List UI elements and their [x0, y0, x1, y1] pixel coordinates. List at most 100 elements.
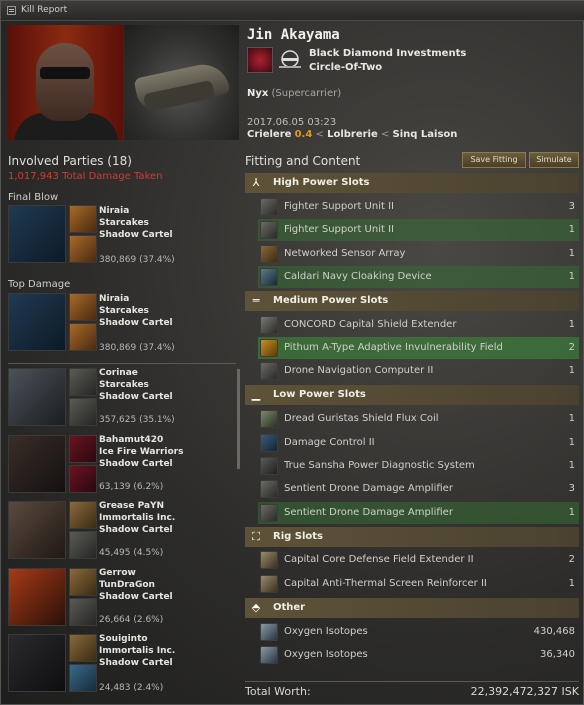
- fitting-item[interactable]: Capital Core Defense Field Extender II 2: [258, 549, 579, 571]
- attacker-alliance[interactable]: Shadow Cartel: [99, 459, 173, 469]
- attacker-alliance[interactable]: Shadow Cartel: [99, 525, 173, 535]
- fitting-item[interactable]: Fighter Support Unit II 1: [258, 219, 579, 241]
- attacker-ship-icon[interactable]: [69, 368, 97, 396]
- attacker-ship-icon[interactable]: [69, 435, 97, 463]
- fitting-item[interactable]: Damage Control II 1: [258, 432, 579, 454]
- attacker-portrait[interactable]: [8, 568, 66, 626]
- shield-extender-icon[interactable]: [260, 316, 278, 334]
- power-diagnostic-icon[interactable]: [260, 457, 278, 475]
- attackers-scrollbar[interactable]: [237, 369, 240, 469]
- attacker-corp[interactable]: Ice Fire Warriors: [99, 447, 183, 457]
- fitting-item[interactable]: Fighter Support Unit II 3: [258, 196, 579, 218]
- attacker-alliance[interactable]: Shadow Cartel: [99, 230, 173, 240]
- isotopes-icon[interactable]: [260, 623, 278, 641]
- attacker-ship-icon[interactable]: [69, 205, 97, 233]
- attacker-weapon-icon[interactable]: [69, 465, 97, 493]
- attacker-weapon-icon[interactable]: [69, 398, 97, 426]
- fitting-item[interactable]: Sentient Drone Damage Amplifier 3: [258, 478, 579, 500]
- attacker-portrait[interactable]: [8, 501, 66, 559]
- fitting-item[interactable]: Drone Navigation Computer II 1: [258, 360, 579, 382]
- attacker-weapon-icon[interactable]: [69, 531, 97, 559]
- attacker-row[interactable]: Grease PaYN Immortalis Inc. Shadow Carte…: [8, 501, 236, 563]
- ship-name[interactable]: Nyx: [247, 88, 268, 99]
- drone-damage-amplifier-icon[interactable]: [260, 480, 278, 498]
- attacker-alliance[interactable]: Shadow Cartel: [99, 392, 173, 402]
- attacker-name[interactable]: Bahamut420: [99, 435, 163, 445]
- rig-reinforcer-icon[interactable]: [260, 575, 278, 593]
- attacker-portrait[interactable]: [8, 634, 66, 692]
- cargo-item[interactable]: Oxygen Isotopes 430,468: [258, 621, 579, 643]
- isotopes-icon[interactable]: [260, 646, 278, 664]
- attacker-weapon-icon[interactable]: [69, 664, 97, 692]
- save-fitting-button[interactable]: Save Fitting: [462, 152, 526, 168]
- attacker-corp[interactable]: Starcakes: [99, 218, 149, 228]
- attacker-name[interactable]: Souiginto: [99, 634, 148, 644]
- attacker-portrait[interactable]: [8, 435, 66, 493]
- attacker-corp[interactable]: TunDraGon: [99, 580, 155, 590]
- attacker-row[interactable]: Bahamut420 Ice Fire Warriors Shadow Cart…: [8, 435, 236, 497]
- attacker-corp[interactable]: Starcakes: [99, 380, 149, 390]
- attacker-alliance[interactable]: Shadow Cartel: [99, 658, 173, 668]
- menu-icon[interactable]: [7, 6, 16, 15]
- attacker-alliance[interactable]: Shadow Cartel: [99, 318, 173, 328]
- flux-coil-icon[interactable]: [260, 410, 278, 428]
- rig-extender-icon[interactable]: [260, 551, 278, 569]
- fitting-item[interactable]: Caldari Navy Cloaking Device 1: [258, 266, 579, 288]
- fitting-item[interactable]: Networked Sensor Array 1: [258, 243, 579, 265]
- attacker-weapon-icon[interactable]: [69, 598, 97, 626]
- victim-ship-image[interactable]: [124, 25, 239, 140]
- attacker-portrait[interactable]: [8, 368, 66, 426]
- victim-ship[interactable]: Nyx (Supercarrier): [247, 88, 341, 99]
- invulnerability-field-icon[interactable]: [260, 339, 278, 357]
- attacker-row[interactable]: Gerrow TunDraGon Shadow Cartel 26,664 (2…: [8, 568, 236, 630]
- victim-corporation[interactable]: Black Diamond Investments: [309, 48, 466, 59]
- attacker-alliance[interactable]: Shadow Cartel: [99, 592, 173, 602]
- victim-portrait[interactable]: [8, 25, 123, 140]
- title-bar[interactable]: Kill Report: [1, 1, 584, 21]
- cloaking-device-icon[interactable]: [260, 268, 278, 286]
- attacker-corp[interactable]: Starcakes: [99, 306, 149, 316]
- drone-damage-amplifier-icon[interactable]: [260, 504, 278, 522]
- top-damage-attacker[interactable]: Niraia Starcakes Shadow Cartel 380,869 (…: [8, 293, 236, 355]
- fitting-item[interactable]: Pithum A-Type Adaptive Invulnerability F…: [258, 337, 579, 359]
- cargo-item[interactable]: Oxygen Isotopes 36,340: [258, 644, 579, 666]
- simulate-button[interactable]: Simulate: [529, 152, 579, 168]
- attacker-weapon-icon[interactable]: [69, 323, 97, 351]
- region[interactable]: Sinq Laison: [393, 129, 458, 140]
- attacker-name[interactable]: Niraia: [99, 294, 129, 304]
- damage-control-icon[interactable]: [260, 434, 278, 452]
- fighter-support-unit-icon[interactable]: [260, 198, 278, 216]
- fitting-item[interactable]: Capital Anti-Thermal Screen Reinforcer I…: [258, 573, 579, 595]
- attacker-ship-icon[interactable]: [69, 634, 97, 662]
- victim-name[interactable]: Jin Akayama: [247, 27, 340, 43]
- attacker-corp[interactable]: Immortalis Inc.: [99, 646, 175, 656]
- attacker-ship-icon[interactable]: [69, 501, 97, 529]
- attacker-portrait[interactable]: [8, 293, 66, 351]
- attacker-ship-icon[interactable]: [69, 293, 97, 321]
- fitting-item[interactable]: True Sansha Power Diagnostic System 1: [258, 455, 579, 477]
- attacker-weapon-icon[interactable]: [69, 235, 97, 263]
- fitting-item[interactable]: Dread Guristas Shield Flux Coil 1: [258, 408, 579, 430]
- alliance-logo[interactable]: [276, 47, 304, 73]
- attacker-row[interactable]: Corinae Starcakes Shadow Cartel 357,625 …: [8, 368, 236, 430]
- attacker-row[interactable]: Souiginto Immortalis Inc. Shadow Cartel …: [8, 634, 236, 696]
- attacker-name[interactable]: Corinae: [99, 368, 138, 378]
- item-qty: 2: [568, 554, 575, 565]
- attacker-corp[interactable]: Immortalis Inc.: [99, 513, 175, 523]
- attacker-name[interactable]: Grease PaYN: [99, 501, 164, 511]
- solar-system[interactable]: Crielere: [247, 129, 291, 140]
- victim-alliance[interactable]: Circle-Of-Two: [309, 62, 382, 73]
- attacker-name[interactable]: Niraia: [99, 206, 129, 216]
- attacker-ship-icon[interactable]: [69, 568, 97, 596]
- constellation[interactable]: Lolbrerie: [327, 129, 378, 140]
- fighter-support-unit-icon[interactable]: [260, 221, 278, 239]
- attacker-name[interactable]: Gerrow: [99, 568, 136, 578]
- fitting-item[interactable]: Sentient Drone Damage Amplifier 1: [258, 502, 579, 524]
- corporation-logo[interactable]: [247, 47, 273, 73]
- item-name: Oxygen Isotopes: [284, 649, 368, 660]
- final-blow-attacker[interactable]: Niraia Starcakes Shadow Cartel 380,869 (…: [8, 205, 236, 267]
- drone-navigation-icon[interactable]: [260, 362, 278, 380]
- attacker-portrait[interactable]: [8, 205, 66, 263]
- sensor-array-icon[interactable]: [260, 245, 278, 263]
- fitting-item[interactable]: CONCORD Capital Shield Extender 1: [258, 314, 579, 336]
